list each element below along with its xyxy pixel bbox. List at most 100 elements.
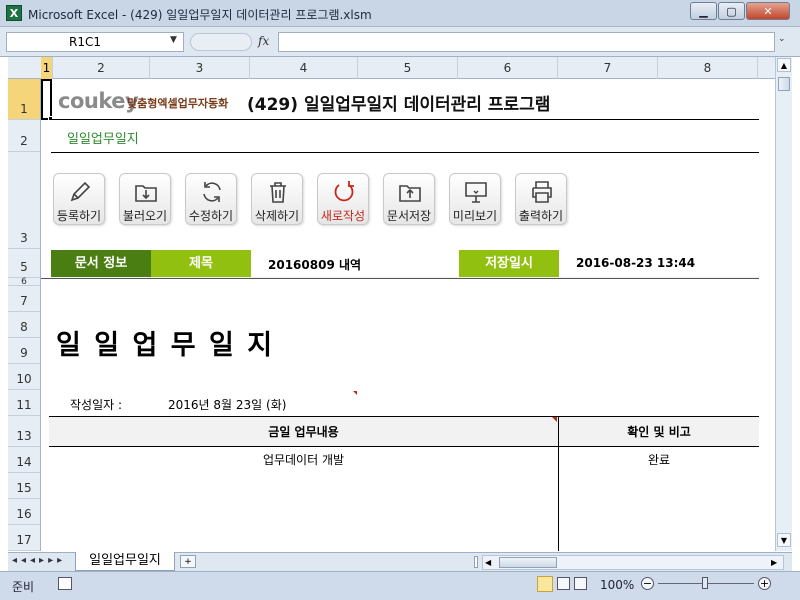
print-label: 출력하기 [518, 209, 564, 223]
row-header-cell[interactable]: 11 [8, 390, 40, 416]
table-header-task: 금일 업무내용 [49, 417, 558, 447]
column-header-cell[interactable]: 1 [41, 57, 53, 79]
new-button[interactable]: 새로작성 [317, 173, 369, 225]
date-label: 작성일자 : [70, 398, 123, 412]
tab-일일업무일지[interactable]: 일일업무일지 [75, 552, 175, 571]
zoom-in-icon[interactable]: + [758, 577, 771, 590]
column-header-cell[interactable]: 7 [558, 57, 658, 79]
excel-icon[interactable]: X [6, 5, 22, 21]
row-number: 10 [16, 372, 32, 386]
table-row-task[interactable]: 업무데이터 개발 [49, 451, 558, 468]
scroll-up-icon[interactable]: ▲ [777, 58, 791, 72]
row-header-cell[interactable]: 13 [8, 416, 40, 447]
name-box[interactable]: R1C1 ▼ [6, 32, 184, 52]
column-header-cell[interactable]: 3 [150, 57, 250, 79]
scroll-down-icon[interactable]: ▼ [777, 533, 791, 547]
hscroll-thumb[interactable] [499, 557, 557, 568]
normal-view-icon[interactable] [537, 576, 553, 592]
scroll-right-icon[interactable]: ▶ [771, 556, 777, 570]
vertical-scrollbar[interactable]: ▲ ▼ [775, 57, 792, 551]
load-label: 불러오기 [122, 209, 168, 223]
column-header-cell[interactable]: 2 [53, 57, 150, 79]
insert-sheet-icon[interactable]: + [180, 555, 196, 568]
program-title: (429) 일일업무일지 데이터관리 프로그램 [247, 95, 551, 115]
edit-label: 수정하기 [188, 209, 234, 223]
new-label: 새로작성 [320, 209, 366, 223]
row-header-cell[interactable]: 8 [8, 312, 40, 338]
preview-label: 미리보기 [452, 209, 498, 223]
formula-input[interactable] [278, 32, 775, 52]
row-header-cell[interactable]: 14 [8, 447, 40, 473]
title-bar: X Microsoft Excel - (429) 일일업무일지 데이터관리 프… [0, 0, 800, 27]
load-button[interactable]: 불러오기 [119, 173, 171, 225]
column-header-cell[interactable]: 4 [250, 57, 358, 79]
doc-title-label: 제목 [151, 250, 251, 277]
row-header-cell[interactable]: 7 [8, 286, 40, 312]
close-button[interactable]: ✕ [746, 2, 790, 20]
register-button[interactable]: 등록하기 [53, 173, 105, 225]
macro-record-icon[interactable] [58, 577, 72, 590]
row-header-cell[interactable]: 3 [8, 152, 40, 249]
row-header-cell[interactable]: 17 [8, 525, 40, 551]
row-header-cell[interactable]: 1 [8, 79, 40, 120]
expand-formula-bar-icon[interactable]: ⌄ [778, 34, 786, 44]
row-header-cell[interactable]: 6 [8, 277, 40, 287]
row-number: 11 [16, 398, 32, 412]
table-row-check[interactable]: 완료 [559, 451, 759, 468]
page-break-view-icon[interactable] [574, 577, 587, 590]
sheet-subtitle: 일일업무일지 [67, 132, 139, 147]
register-label: 등록하기 [56, 209, 102, 223]
chevron-down-icon[interactable]: ▼ [170, 35, 177, 45]
minimize-button[interactable]: ▁ [690, 2, 717, 20]
window-title: Microsoft Excel - (429) 일일업무일지 데이터관리 프로그… [28, 8, 372, 22]
horizontal-scrollbar[interactable]: ◀ ▶ [482, 555, 784, 570]
delete-button[interactable]: 삭제하기 [251, 173, 303, 225]
row-number: 8 [20, 320, 28, 334]
zoom-slider-thumb[interactable] [702, 577, 708, 589]
row-number: 9 [20, 346, 28, 360]
saved-at-value: 2016-08-23 13:44 [576, 256, 696, 270]
edit-button[interactable]: 수정하기 [185, 173, 237, 225]
row-header-cell[interactable]: 9 [8, 338, 40, 364]
scroll-left-icon[interactable]: ◀ [485, 556, 491, 570]
column-header-cell[interactable]: 6 [458, 57, 558, 79]
maximize-button[interactable]: ▢ [718, 2, 745, 20]
comment-indicator[interactable] [552, 417, 557, 422]
row-number: 13 [16, 429, 32, 443]
row-header-cell[interactable]: 10 [8, 364, 40, 390]
row-number: 16 [16, 507, 32, 521]
table-header-border [49, 446, 759, 447]
folder-download-icon [135, 185, 157, 202]
column-header-cell[interactable]: 5 [358, 57, 458, 79]
zoom-level[interactable]: 100% [600, 578, 634, 592]
save-label: 문서저장 [386, 209, 432, 223]
insert-function-icon[interactable]: fx [258, 34, 269, 48]
row-header-cell[interactable]: 16 [8, 499, 40, 525]
scroll-thumb[interactable] [778, 77, 790, 91]
row-header-cell[interactable]: 2 [8, 120, 40, 152]
monitor-icon [465, 182, 487, 203]
zoom-out-icon[interactable]: − [641, 577, 654, 590]
column-header-cell[interactable]: 8 [658, 57, 758, 79]
preview-button[interactable]: 미리보기 [449, 173, 501, 225]
doc-title-value: 20160809 내역 [268, 258, 362, 272]
tab-navigation-icon[interactable]: ◂◂◂▸▸▸ [12, 555, 66, 566]
tab-split-handle[interactable] [474, 556, 478, 568]
row-header-cell[interactable]: 15 [8, 473, 40, 499]
row-number: 2 [20, 134, 28, 148]
formula-bar: R1C1 ▼ fx ⌄ [0, 27, 800, 57]
row-number: 17 [16, 533, 32, 547]
saved-at-label: 저장일시 [459, 250, 559, 277]
active-cell[interactable] [41, 79, 52, 120]
print-button[interactable]: 출력하기 [515, 173, 567, 225]
worksheet[interactable]: coukey 맞춤형엑셀업무자동화 (429) 일일업무일지 데이터관리 프로그… [41, 79, 759, 551]
divider [51, 152, 759, 153]
page-layout-view-icon[interactable] [557, 577, 570, 590]
comment-indicator[interactable] [353, 391, 357, 395]
row-header-cell[interactable]: 5 [8, 249, 40, 278]
doc-title-field[interactable]: 20160809 내역 [251, 250, 459, 277]
date-value[interactable]: 2016년 8월 23일 (화) [168, 396, 286, 413]
save-button[interactable]: 문서저장 [383, 173, 435, 225]
journal-heading: 일 일 업 무 일 지 [56, 330, 275, 361]
row-number: 15 [16, 481, 32, 495]
